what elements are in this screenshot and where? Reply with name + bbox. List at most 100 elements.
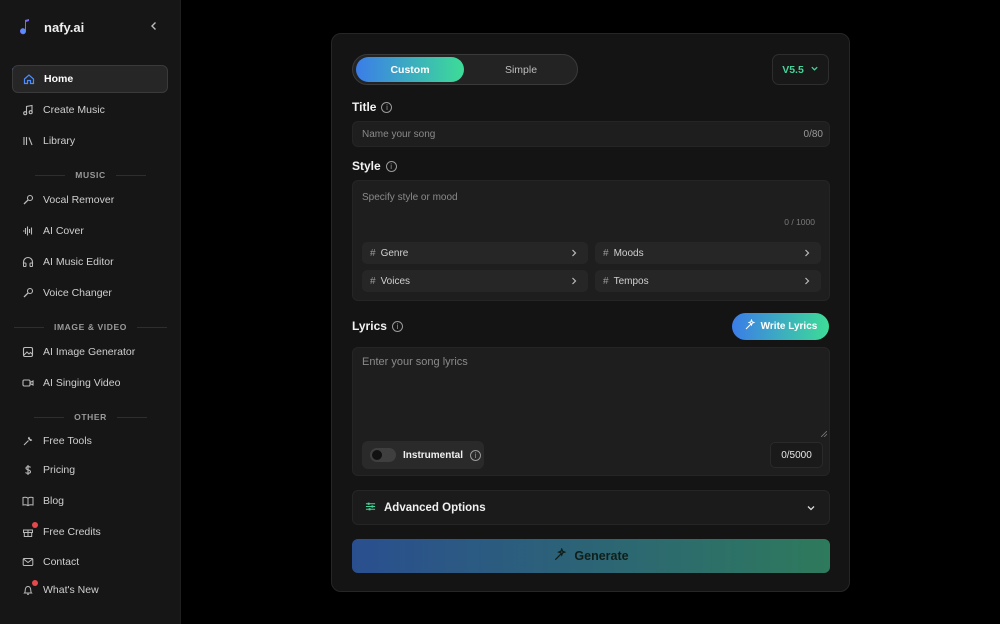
sidebar-item-label: AI Cover xyxy=(43,225,84,237)
instrumental-toggle[interactable]: Instrumental i xyxy=(362,441,484,469)
chevron-right-icon xyxy=(568,247,580,259)
chip-voices[interactable]: # Voices xyxy=(362,270,588,292)
book-icon xyxy=(22,495,34,507)
sidebar-item-ai-music-editor[interactable]: AI Music Editor xyxy=(12,248,168,276)
chevron-right-icon xyxy=(568,275,580,287)
notification-badge xyxy=(32,580,38,586)
chip-label: Voices xyxy=(380,275,411,287)
title-input[interactable]: Name your song 0/80 xyxy=(352,121,830,147)
home-icon xyxy=(23,73,35,85)
bell-icon xyxy=(22,580,38,596)
advanced-options-label: Advanced Options xyxy=(384,501,486,514)
lyrics-field: Enter your song lyrics Instrumental i 0/… xyxy=(352,347,830,476)
chip-moods[interactable]: # Moods xyxy=(595,242,821,264)
create-panel: Custom Simple V5.5 Title i Name your son… xyxy=(331,33,850,592)
music-note-icon xyxy=(22,104,34,116)
sidebar-item-label: AI Music Editor xyxy=(43,256,114,268)
resize-handle-icon[interactable] xyxy=(820,424,828,438)
style-input[interactable]: Specify style or mood xyxy=(362,192,458,203)
style-counter: 0 / 1000 xyxy=(784,217,815,227)
toggle-switch[interactable] xyxy=(370,448,396,462)
title-counter: 0/80 xyxy=(803,129,823,140)
chevron-right-icon xyxy=(801,275,813,287)
wrench-icon xyxy=(22,435,34,447)
sidebar-item-ai-singing-video[interactable]: AI Singing Video xyxy=(12,369,168,397)
sidebar-item-vocal-remover[interactable]: Vocal Remover xyxy=(12,186,168,214)
sidebar-item-label: AI Singing Video xyxy=(43,377,121,389)
style-field: Specify style or mood 0 / 1000 # Genre # M… xyxy=(352,180,830,301)
brand-name: nafy.ai xyxy=(44,19,85,35)
collapse-sidebar-icon[interactable] xyxy=(146,18,162,34)
info-icon[interactable]: i xyxy=(470,449,482,461)
music-note-icon xyxy=(18,18,34,36)
write-lyrics-button[interactable]: Write Lyrics xyxy=(732,313,829,340)
mail-icon xyxy=(22,556,34,568)
sidebar-item-label: Contact xyxy=(43,556,80,568)
sidebar-item-label: Vocal Remover xyxy=(43,194,115,206)
sidebar-item-label: Create Music xyxy=(43,104,105,116)
lyrics-label: Lyrics xyxy=(352,319,387,333)
chip-label: Tempos xyxy=(613,275,649,287)
write-lyrics-label: Write Lyrics xyxy=(760,321,818,332)
waveform-icon xyxy=(22,225,34,237)
section-image-video: IMAGE & VIDEO xyxy=(0,322,181,332)
generate-button[interactable]: Generate xyxy=(352,539,830,573)
version-dropdown[interactable]: V5.5 xyxy=(772,54,829,85)
section-label: MUSIC xyxy=(75,170,106,180)
sidebar-item-pricing[interactable]: Pricing xyxy=(12,456,168,484)
title-label: Title xyxy=(352,100,377,114)
sidebar-item-label: Home xyxy=(44,73,74,85)
sidebar: nafy.ai Home Create Music Library MUSIC … xyxy=(0,0,181,624)
style-label: Style xyxy=(352,159,381,173)
title-placeholder: Name your song xyxy=(362,129,436,140)
microphone-icon xyxy=(22,194,34,206)
chevron-right-icon xyxy=(801,247,813,259)
sidebar-item-ai-image-generator[interactable]: AI Image Generator xyxy=(12,338,168,366)
sidebar-item-contact[interactable]: Contact xyxy=(12,548,168,576)
chevron-down-icon xyxy=(805,502,817,514)
style-label-group: Style i xyxy=(352,159,397,173)
sidebar-item-label: Blog xyxy=(43,495,65,507)
sidebar-item-label: AI Image Generator xyxy=(43,346,136,358)
tab-custom[interactable]: Custom xyxy=(356,57,464,82)
sidebar-item-create-music[interactable]: Create Music xyxy=(12,96,168,124)
info-icon[interactable]: i xyxy=(391,320,403,332)
instrumental-label: Instrumental xyxy=(403,449,464,461)
sidebar-item-label: What's New xyxy=(43,584,99,596)
lyrics-label-group: Lyrics i xyxy=(352,319,403,333)
sidebar-item-blog[interactable]: Blog xyxy=(12,487,168,515)
sidebar-item-ai-cover[interactable]: AI Cover xyxy=(12,217,168,245)
sidebar-item-library[interactable]: Library xyxy=(12,127,168,155)
lyrics-input[interactable]: Enter your song lyrics xyxy=(362,356,468,368)
sparkle-icon xyxy=(744,318,756,334)
info-icon[interactable]: i xyxy=(381,101,393,113)
sidebar-item-home[interactable]: Home xyxy=(12,65,168,93)
mode-toggle: Custom Simple xyxy=(352,54,578,85)
sidebar-item-label: Pricing xyxy=(43,464,76,476)
notification-badge xyxy=(32,522,38,528)
chip-genre[interactable]: # Genre xyxy=(362,242,588,264)
chip-label: Moods xyxy=(613,247,644,259)
sidebar-item-label: Free Credits xyxy=(43,526,101,538)
image-icon xyxy=(22,346,34,358)
brand[interactable]: nafy.ai xyxy=(18,16,84,38)
title-label-group: Title i xyxy=(352,100,393,114)
chip-label: Genre xyxy=(380,247,409,259)
sidebar-item-voice-changer[interactable]: Voice Changer xyxy=(12,279,168,307)
advanced-options-toggle[interactable]: Advanced Options xyxy=(352,490,830,525)
sparkle-icon xyxy=(553,546,567,565)
library-icon xyxy=(22,135,34,147)
tab-simple[interactable]: Simple xyxy=(467,57,575,82)
dollar-icon xyxy=(22,464,34,476)
chip-tempos[interactable]: # Tempos xyxy=(595,270,821,292)
generate-label: Generate xyxy=(574,549,629,563)
sidebar-item-label: Free Tools xyxy=(43,435,92,447)
sidebar-item-free-credits[interactable]: Free Credits xyxy=(12,518,168,546)
sidebar-item-label: Voice Changer xyxy=(43,287,112,299)
sidebar-item-free-tools[interactable]: Free Tools xyxy=(12,427,168,455)
sidebar-item-whats-new[interactable]: What's New xyxy=(12,576,168,604)
lyrics-counter: 0/5000 xyxy=(770,442,823,468)
sidebar-item-label: Library xyxy=(43,135,76,147)
info-icon[interactable]: i xyxy=(385,160,397,172)
headphones-icon xyxy=(22,256,34,268)
